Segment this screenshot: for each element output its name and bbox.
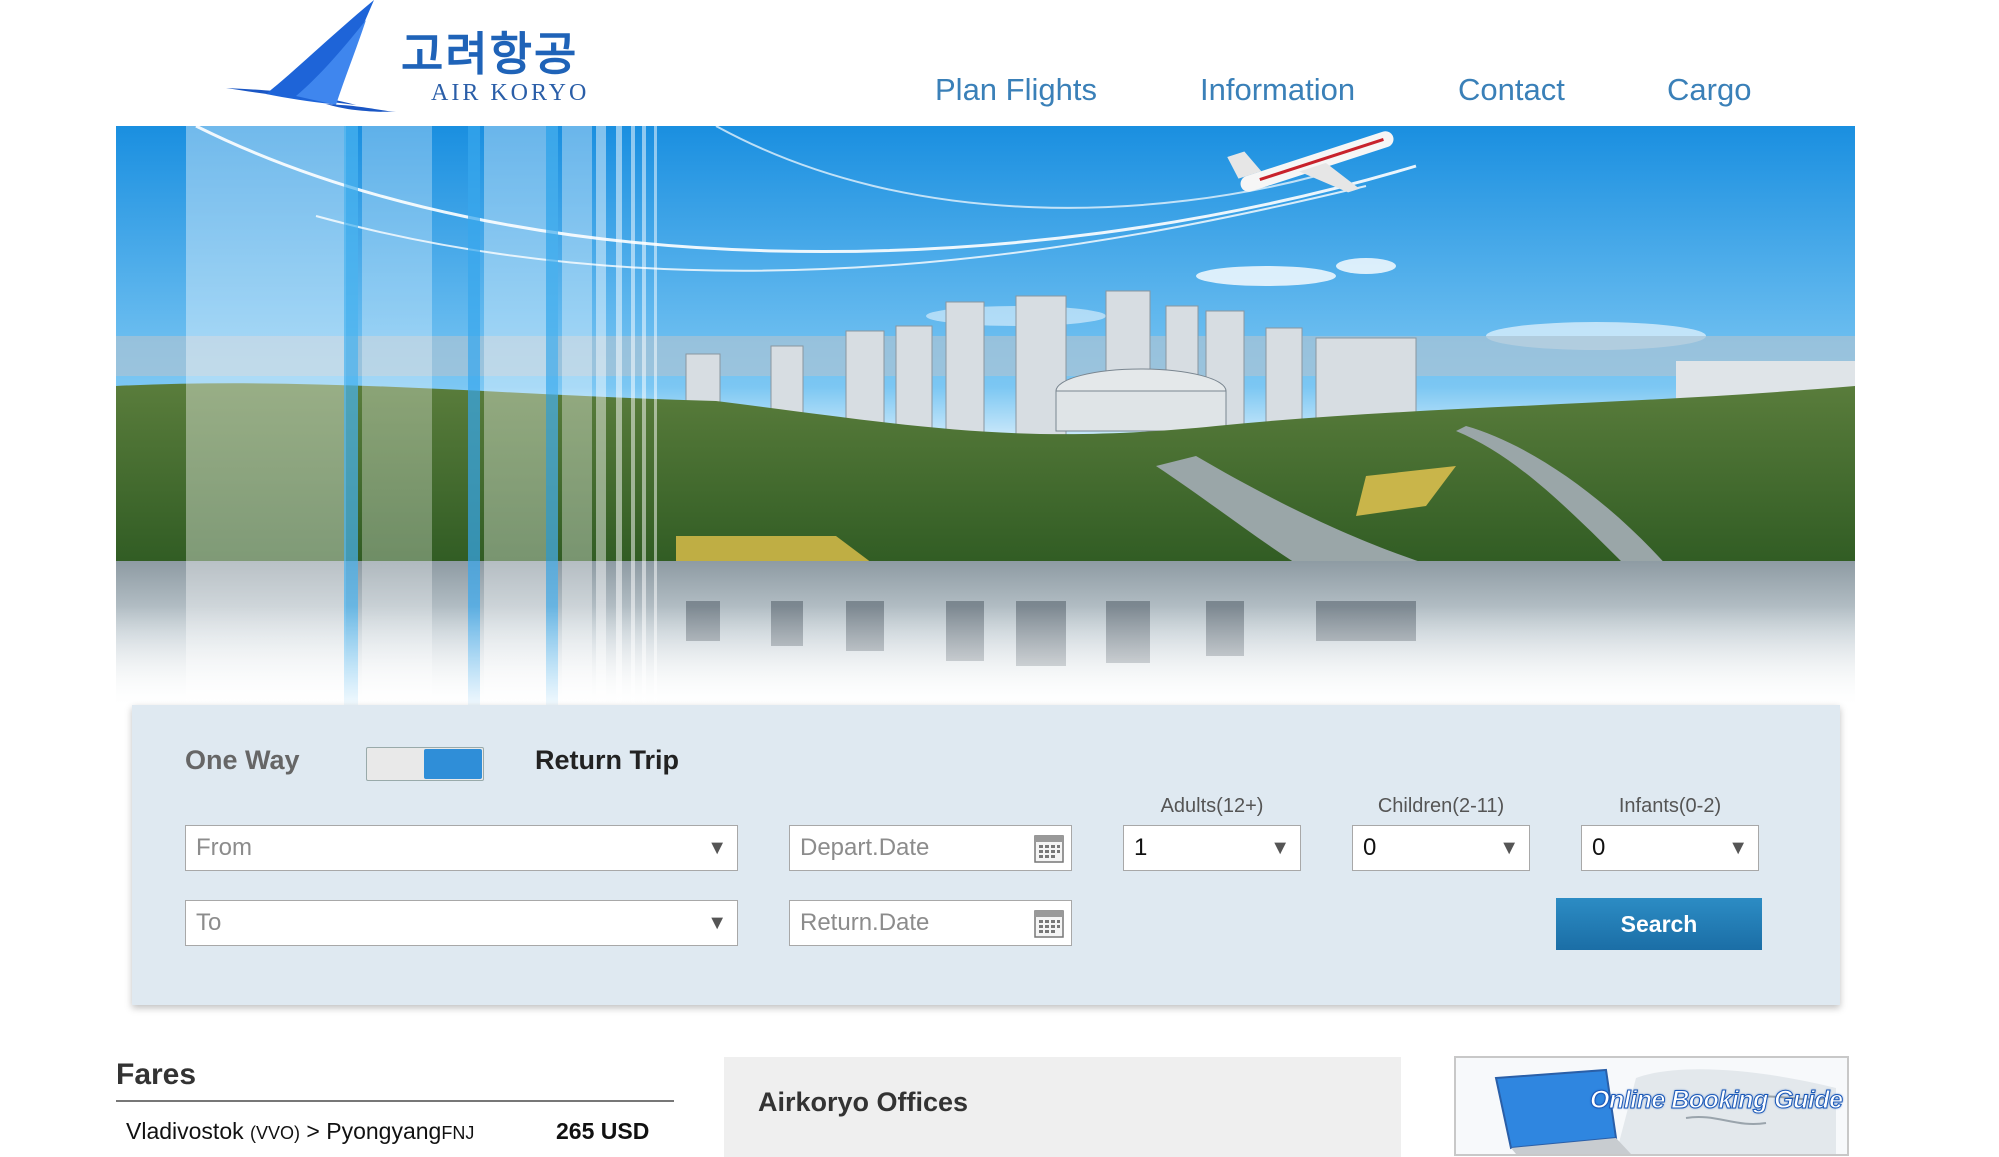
fare-to-code: FNJ [441,1123,475,1143]
chevron-down-icon: ▼ [1499,837,1519,859]
adults-value: 1 [1134,834,1148,861]
one-way-label[interactable]: One Way [185,745,300,776]
fare-to: Pyongyang [326,1118,442,1144]
calendar-icon[interactable] [1033,832,1065,864]
to-select[interactable]: To ▼ [185,900,738,946]
search-button[interactable]: Search [1556,898,1762,950]
nav-information[interactable]: Information [1200,72,1355,108]
return-date-placeholder: Return.Date [800,909,930,936]
children-select[interactable]: 0 ▼ [1352,825,1530,871]
calendar-icon[interactable] [1033,907,1065,939]
chevron-down-icon: ▼ [1270,837,1290,859]
nav-cargo[interactable]: Cargo [1667,72,1751,108]
return-trip-label[interactable]: Return Trip [535,745,679,776]
toggle-knob [424,749,482,779]
nav-contact[interactable]: Contact [1458,72,1565,108]
fares-title: Fares [116,1058,197,1091]
adults-label: Adults(12+) [1160,795,1264,817]
guide-label: Online Booking Guide [1590,1086,1844,1115]
fare-price: 265 USD [556,1118,650,1144]
chevron-down-icon: ▼ [707,912,727,934]
infants-value: 0 [1592,834,1606,861]
offices-section: Airkoryo Offices [724,1057,1401,1157]
children-value: 0 [1363,834,1377,861]
flight-search-panel: One Way Return Trip From ▼ To ▼ Depart.D… [132,705,1840,1005]
hero-image [116,126,1855,706]
children-label: Children(2-11) [1377,795,1505,817]
fares-divider [116,1100,674,1102]
infants-select[interactable]: 0 ▼ [1581,825,1759,871]
chevron-down-icon: ▼ [1728,837,1748,859]
from-select[interactable]: From ▼ [185,825,738,871]
fare-route[interactable]: Vladivostok (VVO) > PyongyangFNJ [126,1118,474,1145]
from-placeholder: From [196,834,252,861]
fare-separator: > [306,1118,320,1144]
offices-title[interactable]: Airkoryo Offices [758,1087,968,1118]
online-booking-guide-banner[interactable]: Online Booking Guide [1454,1056,1849,1156]
fare-from-code: (VVO) [250,1123,301,1143]
infants-label: Infants(0-2) [1618,795,1722,817]
nav-plan-flights[interactable]: Plan Flights [935,72,1097,108]
hero-banner [116,126,1855,706]
main-nav: Plan Flights Information Contact Cargo [0,72,1999,112]
chevron-down-icon: ▼ [707,837,727,859]
fare-from: Vladivostok [126,1118,244,1144]
return-date-input[interactable]: Return.Date [789,900,1072,946]
to-placeholder: To [196,909,222,936]
depart-date-placeholder: Depart.Date [800,834,930,861]
trip-type-toggle[interactable] [366,747,484,781]
depart-date-input[interactable]: Depart.Date [789,825,1072,871]
adults-select[interactable]: 1 ▼ [1123,825,1301,871]
